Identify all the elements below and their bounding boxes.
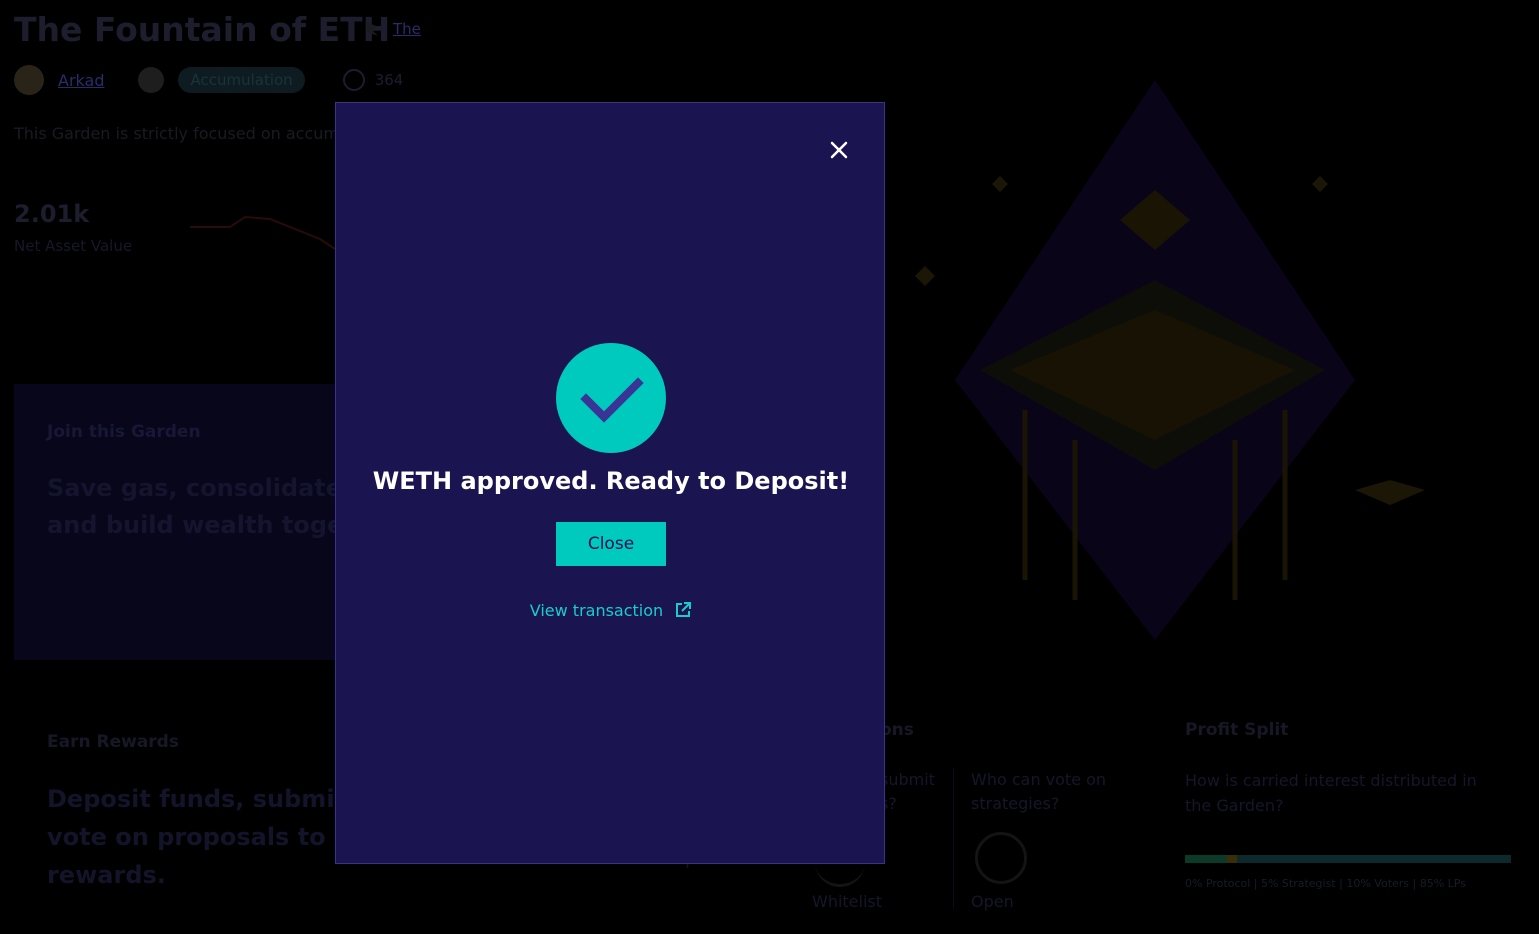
external-link-icon — [676, 602, 692, 617]
close-button[interactable]: Close — [556, 522, 666, 566]
success-check-icon — [556, 343, 666, 453]
approval-modal: WETH approved. Ready to Deposit! Close V… — [335, 102, 885, 864]
garden-page: The Fountain of ETH The Arkad Accumulati… — [0, 0, 1539, 934]
modal-heading: WETH approved. Ready to Deposit! — [372, 467, 850, 495]
view-transaction-label: View transaction — [529, 601, 664, 620]
view-transaction-link[interactable]: View transaction — [336, 601, 886, 620]
close-icon[interactable] — [825, 136, 853, 164]
checkmark-icon — [580, 377, 644, 423]
